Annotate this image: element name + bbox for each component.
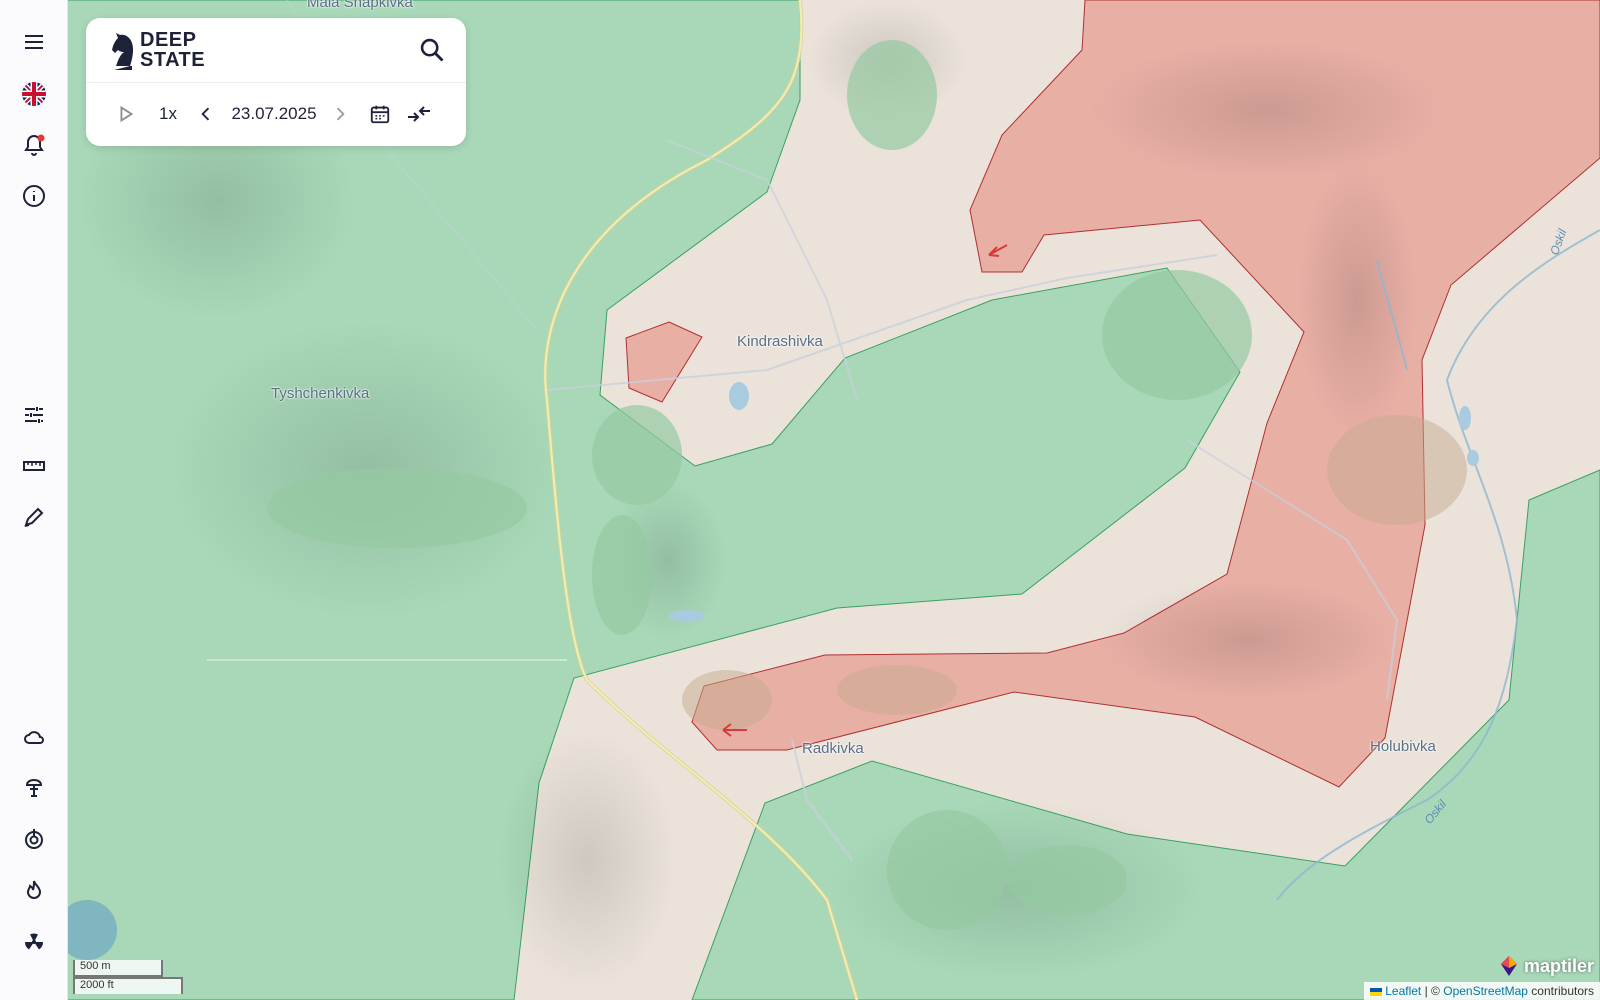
language-button[interactable] xyxy=(14,74,54,114)
place-kindrashivka: Kindrashivka xyxy=(737,333,823,350)
bell-icon xyxy=(24,134,45,156)
current-date[interactable]: 23.07.2025 xyxy=(226,100,322,128)
ukraine-flag-icon xyxy=(1369,987,1382,996)
map-scale: 500 m 2000 ft xyxy=(73,960,183,994)
chevron-left-icon xyxy=(201,107,210,121)
cloud-icon xyxy=(24,731,44,744)
weather-button[interactable] xyxy=(14,717,54,757)
sidebar xyxy=(0,0,68,1000)
map-attribution: Leaflet | © OpenStreetMap contributors xyxy=(1363,982,1600,1000)
ruler-icon xyxy=(23,461,45,471)
search-icon xyxy=(420,38,444,62)
draw-icon xyxy=(24,507,44,527)
menu-button[interactable] xyxy=(14,22,54,62)
maptiler-icon xyxy=(1500,956,1517,976)
chevron-right-icon xyxy=(336,107,345,121)
calendar-button[interactable] xyxy=(366,100,394,128)
calendar-icon xyxy=(370,105,390,124)
logo-line-2: STATE xyxy=(140,49,206,71)
place-holubivka: Holubivka xyxy=(1370,738,1436,755)
measure-button[interactable] xyxy=(14,446,54,486)
logo[interactable]: DEEP STATE xyxy=(110,28,205,72)
play-icon xyxy=(120,105,134,123)
maptiler-logo[interactable]: maptiler xyxy=(1497,954,1594,978)
target-icon xyxy=(25,829,43,849)
strikes-button[interactable] xyxy=(14,819,54,859)
compare-button[interactable] xyxy=(404,100,434,128)
sliders-icon xyxy=(25,407,43,423)
maptiler-text: maptiler xyxy=(1523,955,1594,976)
scale-metric: 500 m xyxy=(73,960,163,977)
notifications-button[interactable] xyxy=(14,125,54,165)
explosion-icon xyxy=(25,778,43,797)
play-button[interactable] xyxy=(114,100,138,128)
draw-button[interactable] xyxy=(14,497,54,537)
compare-arrows-icon xyxy=(408,106,430,122)
place-mala-shapkivka: Mala Shapkivka xyxy=(307,0,413,11)
info-button[interactable] xyxy=(14,176,54,216)
speed-toggle[interactable]: 1x xyxy=(150,100,186,128)
place-tyshchenkivka: Tyshchenkivka xyxy=(271,385,370,402)
fire-icon xyxy=(26,880,42,899)
nuclear-button[interactable] xyxy=(14,921,54,961)
timeline-controls: 1x 23.07.2025 xyxy=(86,82,466,146)
panel-header: DEEP STATE xyxy=(86,18,466,83)
map-view[interactable]: Mala Shapkivka Kindrashivka Tyshchenkivk… xyxy=(67,0,1600,1000)
search-button[interactable] xyxy=(418,36,446,64)
map-canvas[interactable] xyxy=(67,0,1600,1000)
explosions-button[interactable] xyxy=(14,768,54,808)
radiation-icon xyxy=(24,933,44,950)
previous-date-button[interactable] xyxy=(194,100,218,128)
attribution-separator: | © xyxy=(1424,984,1440,998)
place-radkivka: Radkivka xyxy=(802,740,864,757)
leaflet-link[interactable]: Leaflet xyxy=(1385,984,1421,998)
osm-link[interactable]: OpenStreetMap xyxy=(1443,984,1528,998)
knight-icon xyxy=(112,33,134,70)
attribution-contributors: contributors xyxy=(1531,984,1594,998)
uk-flag-icon xyxy=(22,82,46,106)
menu-icon xyxy=(25,35,43,49)
next-date-button[interactable] xyxy=(328,100,352,128)
info-icon xyxy=(23,185,45,207)
fires-button[interactable] xyxy=(14,870,54,910)
scale-imperial: 2000 ft xyxy=(73,977,183,994)
header-panel: DEEP STATE 1x 23.07.2025 xyxy=(86,18,466,146)
filters-button[interactable] xyxy=(14,395,54,435)
logo-line-1: DEEP xyxy=(140,29,197,51)
